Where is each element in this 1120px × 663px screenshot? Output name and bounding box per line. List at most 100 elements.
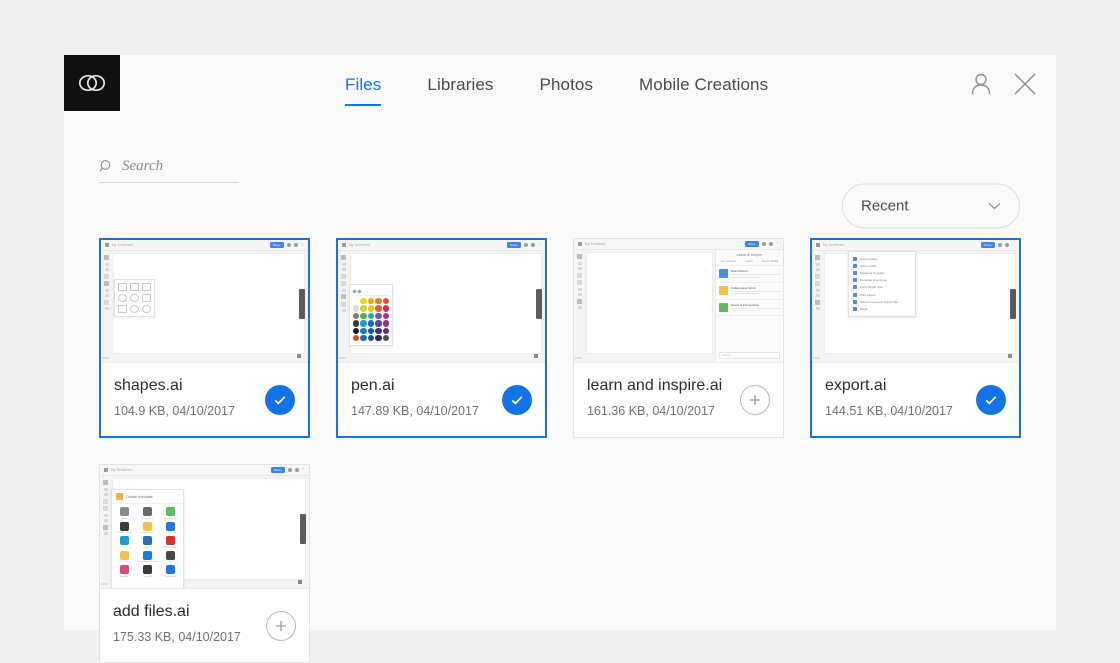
file-card-shapes[interactable]: My Scribbled Share ⌃ 100% shapes.ai 104.… (99, 238, 310, 438)
tool-icon (103, 513, 108, 517)
tool-icon (577, 267, 582, 270)
app-picker-item: Box (114, 536, 135, 549)
close-icon[interactable] (1011, 70, 1039, 98)
thumb-status-icon (1008, 354, 1012, 358)
app-icon (119, 507, 129, 516)
tool-icon (103, 519, 108, 522)
learn-item-text: Collaborative Work (731, 286, 780, 296)
app-picker-item: Dropbox (160, 521, 181, 534)
chevron-down-icon (988, 203, 1001, 210)
app-icon (119, 536, 129, 545)
learn-list-item: Export & Presentation (716, 300, 783, 317)
app-header: Files Libraries Photos Mobile Creations (64, 55, 1056, 111)
thumb-topbar: My Scribbled Share ⌃ (100, 465, 309, 476)
color-swatch (360, 312, 367, 320)
tool-icon (104, 273, 109, 279)
thumb-zoom-label: 100% (101, 582, 109, 586)
thumb-zoom-label: 100% (575, 356, 583, 360)
export-item-icon (853, 263, 857, 268)
learn-tab: Learn (745, 259, 753, 263)
tool-icon (341, 281, 346, 286)
learn-item-icon (719, 269, 728, 278)
app-picker-item: Sharepoint (160, 565, 181, 578)
tab-mobile-creations[interactable]: Mobile Creations (639, 75, 768, 106)
learn-item-text: Export & Presentation (731, 303, 780, 313)
tool-icon (341, 268, 346, 271)
file-thumbnail: My Scribbled Share ⌃ (574, 239, 783, 363)
file-grid: My Scribbled Share ⌃ 100% shapes.ai 104.… (99, 238, 1029, 663)
tool-icon (104, 299, 109, 305)
tab-files[interactable]: Files (345, 75, 382, 106)
tab-libraries[interactable]: Libraries (427, 75, 493, 106)
file-thumbnail: My Scribbled Share ⌃ (101, 240, 308, 363)
sort-dropdown-label: Recent (861, 197, 909, 215)
export-item-label: Generate Line Group (860, 278, 888, 283)
app-icon (143, 536, 152, 545)
tool-icon (577, 280, 582, 285)
color-swatch (367, 305, 375, 312)
thumb-caret-icon: ⌃ (300, 242, 304, 247)
color-swatch (367, 327, 375, 334)
shape-icon (142, 305, 151, 313)
export-item-label: Save to PDF (860, 263, 877, 268)
creative-cloud-logo-icon (78, 74, 106, 92)
tool-icon (341, 255, 346, 260)
sort-dropdown[interactable]: Recent (842, 183, 1020, 229)
text-line (731, 293, 761, 295)
tool-icon (341, 273, 346, 279)
tool-icon (577, 287, 582, 291)
select-badge[interactable] (740, 384, 770, 415)
thumb-scrollbar (299, 289, 305, 319)
search-box[interactable] (99, 158, 239, 183)
tool-icon (577, 293, 582, 296)
file-card-learn-and-inspire[interactable]: My Scribbled Share ⌃ 100% Learn & Inspir… (573, 238, 784, 438)
shape-icon (142, 294, 151, 302)
tool-icon (341, 288, 346, 292)
thumb-menu-icon (104, 468, 108, 472)
creative-cloud-logo[interactable] (64, 55, 120, 111)
color-swatch (353, 320, 360, 327)
learn-item-icon (719, 285, 728, 295)
color-swatch (382, 327, 389, 334)
tab-photos[interactable]: Photos (540, 75, 594, 106)
thumb-share-button: Share (980, 241, 995, 249)
select-badge[interactable] (266, 610, 296, 641)
file-meta: pen.ai 147.89 KB, 04/10/2017 (338, 363, 545, 436)
thumb-caret-icon: ⌃ (537, 242, 541, 247)
app-picker-item: Settings (137, 565, 158, 578)
tool-icon (103, 524, 108, 530)
tool-icon (815, 281, 820, 286)
file-card-export[interactable]: My Scribbled Share ⌃ 100% Save to Page S… (810, 238, 1021, 438)
color-swatch (375, 320, 382, 327)
select-badge[interactable] (265, 384, 295, 415)
tool-icon (341, 309, 346, 312)
select-badge[interactable] (976, 384, 1006, 415)
tool-icon (815, 268, 820, 271)
select-badge[interactable] (502, 384, 532, 415)
template-icon (116, 493, 123, 500)
learn-tab: Get Inspired (720, 259, 736, 263)
app-icon (143, 565, 152, 574)
user-icon[interactable] (967, 70, 995, 98)
shape-icon (142, 283, 151, 291)
export-item-icon (853, 299, 857, 304)
app-picker-item: OneDrive (137, 536, 158, 549)
tool-icon (103, 493, 108, 496)
file-card-add-files[interactable]: My Scribbled Share ⌃ 100% Choose a templ… (99, 464, 310, 663)
shapes-flyout-panel (114, 279, 155, 317)
tool-icon (103, 487, 108, 491)
file-card-pen[interactable]: My Scribbled Share ⌃ 100% pen.ai 147.89 … (336, 238, 547, 438)
color-swatch (382, 320, 389, 327)
search-input[interactable] (122, 158, 239, 175)
thumb-canvas: 100% (101, 251, 308, 362)
thumb-zoom-label: 100% (339, 356, 347, 360)
thumb-dot-icon (761, 242, 766, 246)
thumb-zoom-label: 100% (813, 356, 821, 360)
app-picker-item: Web Behance (160, 507, 181, 520)
export-menu-item: Save to Local and Export File (849, 298, 915, 305)
header-actions (967, 70, 1039, 98)
shape-icon (130, 283, 139, 291)
app-picker-header: Choose a template (112, 490, 183, 504)
thumb-doc-title: My Scribbled (585, 242, 606, 246)
tool-icon (104, 281, 109, 286)
